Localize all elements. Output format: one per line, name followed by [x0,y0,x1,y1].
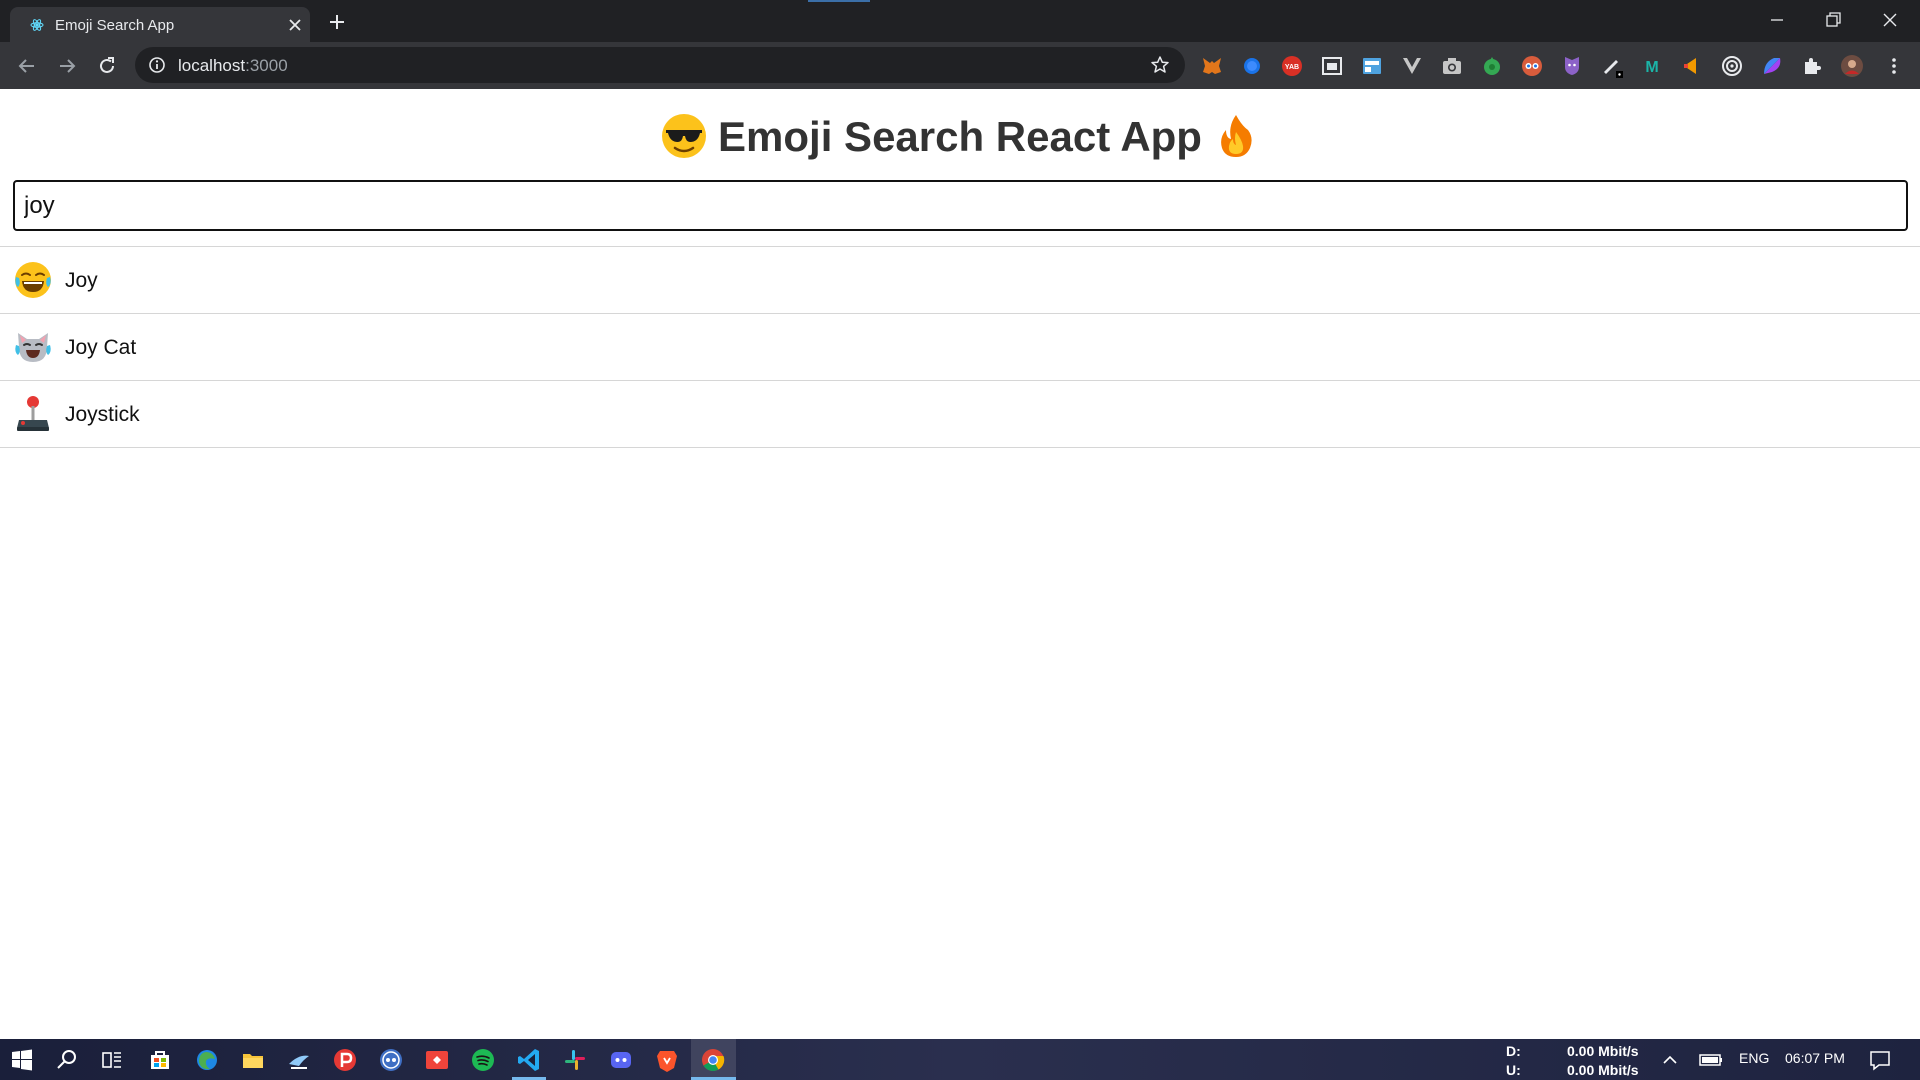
address-bar[interactable]: localhost:3000 [135,47,1185,83]
postman-like-icon[interactable] [331,1046,359,1074]
browser-tabstrip: Emoji Search App [0,0,1920,42]
task-view-icon[interactable] [98,1046,126,1074]
discord-icon[interactable] [607,1046,635,1074]
bookmark-star-icon[interactable] [1150,55,1170,75]
anydesk-icon[interactable] [423,1046,451,1074]
camera-icon[interactable] [1440,54,1464,78]
vscode-icon[interactable] [515,1046,543,1074]
sunglasses-face-icon [662,113,707,158]
tab-emoji-search[interactable]: Emoji Search App [10,7,310,42]
result-label: Joystick [65,403,140,426]
tab-title: Emoji Search App [55,17,175,34]
spotify-icon[interactable] [469,1046,497,1074]
reload-icon[interactable] [94,53,120,79]
restore-icon[interactable] [1819,6,1847,34]
url-port: :3000 [245,56,288,75]
search-input[interactable] [24,191,1884,221]
result-label: Joy Cat [65,336,137,359]
orange-icon[interactable] [1680,54,1704,78]
m-label: M [1645,59,1658,76]
pen-icon[interactable] [1600,54,1624,78]
metamask-icon[interactable] [1200,54,1224,78]
url-host: localhost [178,56,246,75]
net-up-label: U: [1506,1062,1521,1078]
blue-dot-icon[interactable] [1240,54,1264,78]
puzzle-icon[interactable] [1800,54,1824,78]
tab-close-icon[interactable] [285,15,305,35]
vue-icon[interactable] [1400,54,1424,78]
app-blue-bird-icon[interactable] [285,1046,313,1074]
brave-icon[interactable] [653,1046,681,1074]
chevron-up-icon[interactable] [1656,1046,1684,1074]
forward-icon[interactable] [54,53,80,79]
page-content: Emoji Search React App Joy [0,89,1920,1039]
list-item[interactable]: Joy [0,247,1920,314]
green-icon[interactable] [1480,54,1504,78]
windows-start-icon[interactable] [8,1046,36,1074]
taskbar: D: 0.00 Mbit/s U: 0.00 Mbit/s ENG 06:07 … [0,1039,1920,1080]
close-window-icon[interactable] [1876,6,1904,34]
net-down-label: D: [1506,1043,1521,1059]
results-list: Joy Joy Cat Joystick [0,246,1920,448]
qbittorrent-icon[interactable] [377,1046,405,1074]
battery-icon[interactable] [1697,1046,1725,1074]
minimize-icon[interactable] [1763,6,1791,34]
yab-icon[interactable]: YAB [1280,54,1304,78]
back-icon[interactable] [14,53,40,79]
url-text: localhost:3000 [178,56,288,76]
fire-icon [1221,114,1252,157]
search-icon[interactable] [53,1046,81,1074]
purple-icon[interactable] [1760,54,1784,78]
clock[interactable]: 06:07 PM [1785,1050,1845,1066]
m-icon[interactable]: M [1640,54,1664,78]
search-box[interactable] [13,180,1908,231]
joystick-icon [17,396,49,431]
store-icon[interactable] [146,1046,174,1074]
glasses-icon[interactable] [1520,54,1544,78]
language-indicator[interactable]: ENG [1739,1050,1769,1066]
shield-icon[interactable] [1560,54,1584,78]
edge-icon[interactable] [193,1046,221,1074]
result-label: Joy [65,269,98,292]
net-up-value: 0.00 Mbit/s [1567,1062,1639,1078]
page-title: Emoji Search React App [0,107,1920,167]
browser-toolbar: localhost:3000 YAB M [0,42,1920,89]
net-down-value: 0.00 Mbit/s [1567,1043,1639,1059]
yab-label: YAB [1285,64,1299,71]
target-icon[interactable] [1720,54,1744,78]
joy-cat-icon [15,333,51,362]
notifications-icon[interactable] [1866,1046,1894,1074]
list-item[interactable]: Joystick [0,381,1920,448]
app-title-text: Emoji Search React App [718,113,1202,160]
browser-menu-icon[interactable] [1882,54,1906,78]
react-favicon-icon [30,19,44,31]
screen-icon[interactable] [1360,54,1384,78]
window-drag-hint [808,0,870,2]
chrome-icon[interactable] [699,1046,727,1074]
joy-face-icon [15,262,51,298]
file-explorer-icon[interactable] [239,1046,267,1074]
avatar[interactable] [1840,54,1864,78]
slack-icon[interactable] [561,1046,589,1074]
list-item[interactable]: Joy Cat [0,314,1920,381]
site-info-icon[interactable] [148,56,166,74]
window-icon[interactable] [1320,54,1344,78]
new-tab-icon[interactable] [325,10,349,34]
